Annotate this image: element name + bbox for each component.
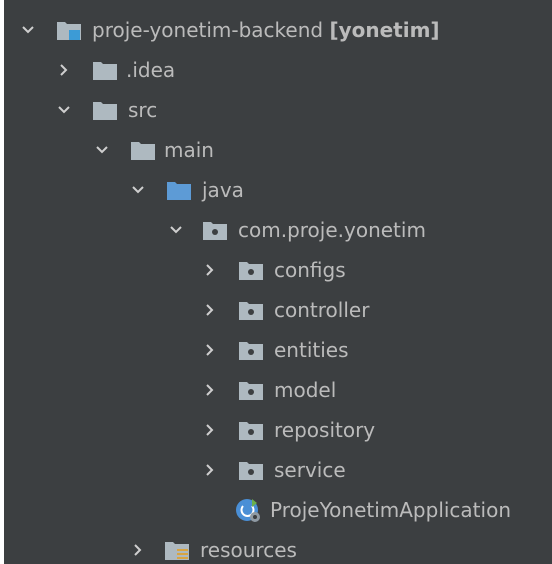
folder-icon [131, 142, 155, 160]
tree-node-label: ProjeYonetimApplication [270, 498, 511, 522]
package-icon [239, 462, 263, 480]
tree-node-label: .idea [126, 58, 176, 82]
package-icon [239, 342, 263, 360]
chevron-right-icon[interactable] [130, 542, 146, 558]
tree-node-configs[interactable]: configs [4, 250, 552, 290]
tree-node-model[interactable]: model [4, 370, 552, 410]
module-name: [yonetim] [329, 18, 440, 42]
tree-node-resources[interactable]: resources [4, 530, 552, 564]
tree-node-label: proje-yonetim-backend [yonetim] [92, 18, 440, 42]
tree-node-src[interactable]: src [4, 90, 552, 130]
tree-node-label: entities [274, 338, 349, 362]
module-folder-icon [57, 22, 81, 40]
tree-node-label: java [202, 178, 244, 202]
chevron-right-icon[interactable] [202, 302, 218, 318]
package-icon [239, 422, 263, 440]
tree-node-label: model [274, 378, 337, 402]
tree-node-label: configs [274, 258, 346, 282]
tree-node-entities[interactable]: entities [4, 330, 552, 370]
tree-node-label: com.proje.yonetim [238, 218, 426, 242]
chevron-right-icon[interactable] [202, 422, 218, 438]
resources-folder-icon [165, 542, 189, 560]
chevron-right-icon[interactable] [202, 382, 218, 398]
tree-node-service[interactable]: service [4, 450, 552, 490]
tree-node-label: service [274, 458, 346, 482]
package-icon [239, 382, 263, 400]
tree-node-label: src [128, 98, 158, 122]
tree-node-repository[interactable]: repository [4, 410, 552, 450]
folder-icon [93, 62, 117, 80]
tree-node-main[interactable]: main [4, 130, 552, 170]
chevron-down-icon[interactable] [56, 102, 72, 118]
chevron-down-icon[interactable] [130, 182, 146, 198]
chevron-right-icon[interactable] [56, 62, 72, 78]
tree-node-label: repository [274, 418, 376, 442]
tree-node-idea[interactable]: .idea [4, 50, 552, 90]
folder-icon [93, 102, 117, 120]
tree-node-package-root[interactable]: com.proje.yonetim [4, 210, 552, 250]
tree-node-label: controller [274, 298, 370, 322]
tree-node-java[interactable]: java [4, 170, 552, 210]
tree-node-label: main [164, 138, 214, 162]
tree-node-application[interactable]: ProjeYonetimApplication [4, 490, 552, 530]
tree-node-controller[interactable]: controller [4, 290, 552, 330]
chevron-right-icon[interactable] [202, 262, 218, 278]
chevron-down-icon[interactable] [20, 22, 36, 38]
package-icon [203, 222, 227, 240]
tree-node-root[interactable]: proje-yonetim-backend [yonetim] [4, 10, 552, 50]
chevron-right-icon[interactable] [202, 462, 218, 478]
tree-node-label: resources [200, 538, 297, 562]
chevron-right-icon[interactable] [202, 342, 218, 358]
chevron-down-icon[interactable] [168, 222, 184, 238]
source-root-folder-icon [167, 182, 191, 200]
spring-boot-class-icon [236, 499, 260, 522]
project-tree-panel: proje-yonetim-backend [yonetim] .idea sr… [4, 0, 552, 564]
package-icon [239, 302, 263, 320]
package-icon [239, 262, 263, 280]
chevron-down-icon[interactable] [94, 142, 110, 158]
